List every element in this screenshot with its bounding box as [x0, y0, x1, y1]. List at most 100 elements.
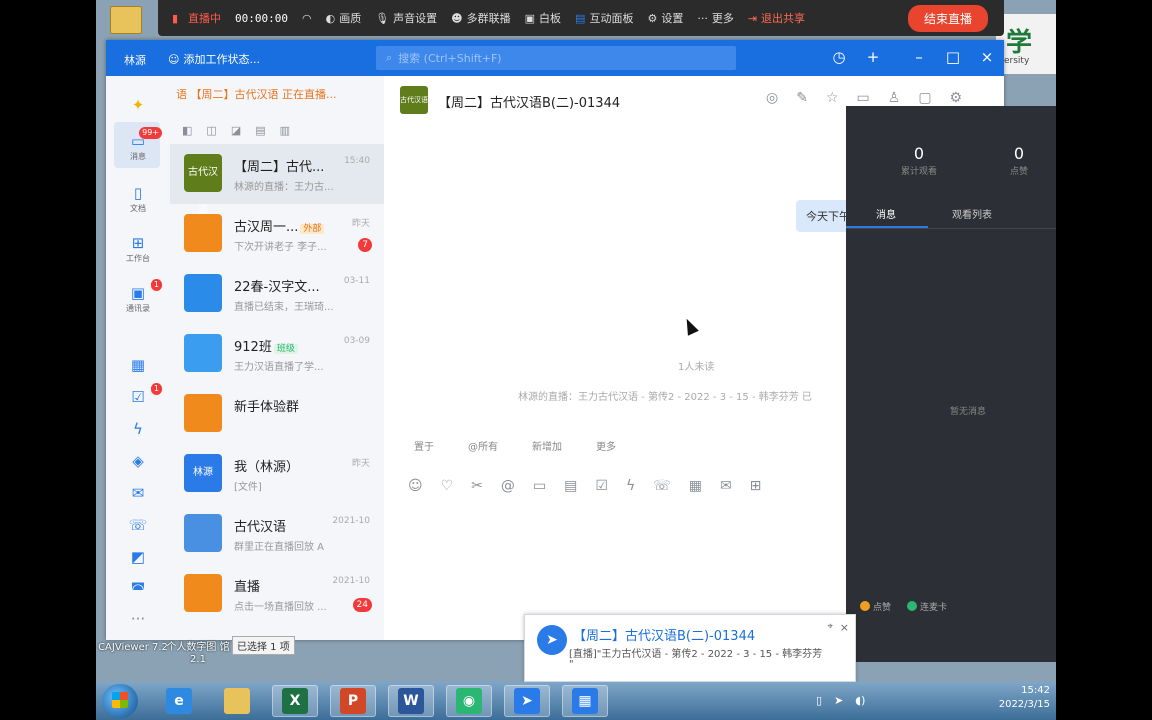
live-banner[interactable]: 语 【周二】古代汉语 正在直播... [176, 86, 376, 102]
taskbar-app-powerpoint[interactable]: P [330, 685, 376, 717]
quick-action[interactable]: 新增加 [532, 438, 562, 453]
settings-label: 设置 [661, 12, 684, 25]
rail-item-messages[interactable]: ▭ 99+ 消息 [124, 127, 162, 162]
letterbox-right [1056, 0, 1152, 720]
toolbar-item-quality[interactable]: ◐ 画质 [326, 10, 362, 26]
taskbar-app-wechat[interactable]: ◉ [446, 685, 492, 717]
folder-icon[interactable] [110, 6, 142, 34]
taskbar-app-ie[interactable]: e [156, 685, 202, 717]
box-icon[interactable]: ◈ [124, 452, 152, 470]
minimize-icon[interactable]: – [910, 48, 928, 66]
tab-messages[interactable]: 消息 [876, 206, 896, 221]
quick-action[interactable]: 置于 [414, 438, 434, 453]
chat-title: 【周二】古代汉语B(二)-01344 [438, 96, 621, 111]
board-icon[interactable]: ▢ [918, 90, 931, 106]
calendar-icon[interactable]: ▦ [689, 478, 702, 494]
rail-item-workbench[interactable]: ⊞ 工作台 [124, 234, 152, 264]
clock[interactable]: 15:42 2022/3/15 [950, 684, 1050, 718]
volume-icon[interactable]: ◖) [855, 694, 865, 707]
dingtalk-tray-icon[interactable]: ➤ [834, 694, 843, 707]
maximize-icon[interactable]: □ [944, 48, 962, 66]
conversation-item[interactable]: 林源 我（林源） 昨天 [文件] [170, 444, 384, 504]
tab-viewers[interactable]: 观看列表 [952, 206, 992, 221]
toolbar-item-whiteboard[interactable]: ▣ 白板 [525, 10, 561, 26]
pin-icon[interactable]: ⌖ [827, 621, 833, 632]
conversation-item[interactable]: 古代汉语 2021-10 群里正在直播回放 A [170, 504, 384, 564]
user-name[interactable]: 林源 [124, 52, 146, 68]
like-icon[interactable]: ♡ [441, 478, 454, 494]
task-icon[interactable]: ☑ [595, 478, 608, 494]
network-icon[interactable]: ▯ [816, 694, 822, 707]
quick-action[interactable]: @所有 [468, 438, 498, 453]
conversation-avatar: 林源 [184, 454, 222, 492]
toolbar-item-settings[interactable]: ⚙ 设置 [647, 10, 683, 26]
lightning-icon[interactable]: ϟ [124, 420, 152, 438]
toolbar-item-interact[interactable]: ▤ 互动面板 [575, 10, 633, 26]
like-button[interactable]: 点赞 [860, 600, 891, 613]
taskbar-app-word[interactable]: W [388, 685, 434, 717]
add-member-icon[interactable]: ♙ [888, 90, 901, 106]
exit-share-button[interactable]: ⇥ 退出共享 [748, 10, 805, 26]
notification-toast[interactable]: ➤ 【周二】古代汉语B(二)-01344 [直播]"王力古代汉语 - 第传2 -… [524, 614, 856, 682]
mail-icon[interactable]: ✉ [720, 478, 732, 494]
search-input[interactable]: ⌕ 搜索 (Ctrl+Shift+F) [376, 46, 736, 70]
taskbar-app-dingtalk[interactable]: ➤ [504, 685, 550, 717]
filter-mention-icon[interactable]: ◪ [231, 124, 241, 137]
phone-icon[interactable]: ☏ [124, 516, 152, 534]
todo-icon[interactable]: ☑ 1 [124, 383, 162, 406]
desktop-shortcut-library[interactable]: 个人数字图 馆2.1 [166, 642, 230, 666]
desktop-shortcut-cajviewer[interactable]: CAJViewer 7.2 [98, 642, 168, 654]
conversation-item[interactable]: 古代汉语 【周二】古代... 15:40 林源的直播：王力古... [170, 144, 384, 216]
scissors-icon[interactable]: ✂ [471, 478, 483, 494]
add-icon[interactable]: + [864, 48, 882, 66]
end-live-button[interactable]: 结束直播 [907, 4, 988, 32]
settings-icon[interactable]: ⚙ [950, 90, 963, 106]
toolbar-item-multicast[interactable]: ☻ 多群联播 [451, 10, 510, 26]
toolbar-item-more[interactable]: ··· 更多 [697, 10, 734, 26]
taskbar-app-calendar[interactable]: ▦ [562, 685, 608, 717]
taskbar-app-excel[interactable]: X [272, 685, 318, 717]
wifi-icon[interactable]: ◠ [302, 12, 312, 25]
mail-icon[interactable]: ✉ [124, 484, 152, 502]
conversation-item[interactable]: 912班 班级 03-09 王力汉语直播了学... [170, 324, 384, 384]
doc-icon[interactable]: ▤ [564, 478, 577, 494]
apps-icon[interactable]: ⊞ [750, 478, 762, 494]
star-icon[interactable]: ☆ [826, 90, 839, 106]
conversation-item[interactable]: 新手体验群 [170, 384, 384, 444]
rail-more-icon[interactable]: ··· [124, 610, 152, 628]
conversation-item[interactable]: 直播 2021-10 点击一场直播回放 ... 24 [170, 564, 384, 624]
work-status-button[interactable]: ☺ 添加工作状态... [168, 51, 260, 67]
filter-unread-icon[interactable]: ◫ [206, 124, 216, 137]
edit-icon[interactable]: ✎ [796, 90, 808, 106]
cloud-icon[interactable]: ◚ [124, 580, 152, 598]
conversation-item[interactable]: 22春-汉字文... 03-11 直播已结束，王瑞琦... [170, 264, 384, 324]
sparkle-icon[interactable]: ✦ [124, 96, 152, 114]
start-button[interactable] [102, 684, 138, 718]
file-icon[interactable]: ▭ [533, 478, 546, 494]
toolbar-item-sound[interactable]: 🎙 声音设置 [375, 10, 437, 26]
flash-icon[interactable]: ϟ [626, 478, 635, 494]
filter-single-icon[interactable]: ▤ [255, 124, 265, 137]
folder-icon[interactable]: ▭ [857, 90, 870, 106]
chart-icon[interactable]: ◩ [124, 548, 152, 566]
mic-card-button[interactable]: 连麦卡 [907, 600, 947, 613]
taskbar-app-explorer[interactable] [214, 685, 260, 717]
mention-icon[interactable]: @ [501, 478, 515, 494]
calendar-icon[interactable]: ▦ [124, 356, 152, 374]
quick-action[interactable]: 更多 [596, 438, 616, 453]
close-icon[interactable]: × [840, 621, 849, 634]
conversation-tag: 外部 [300, 224, 325, 234]
call-icon[interactable]: ☏ [653, 478, 671, 494]
filter-all-icon[interactable]: ◧ [182, 124, 192, 137]
history-icon[interactable]: ◷ [830, 48, 848, 66]
conversation-item[interactable]: 古汉周一... 外部 昨天 下次开讲老子 李子... 7 [170, 204, 384, 264]
contacts-label: 通讯录 [126, 304, 150, 313]
read-receipt[interactable]: 1人未读 [678, 358, 714, 373]
rail-item-contacts[interactable]: ▣ 1 通讯录 [124, 279, 162, 314]
filter-group-icon[interactable]: ▥ [280, 124, 290, 137]
rail-item-docs[interactable]: ▯ 文档 [124, 184, 152, 214]
group-avatar[interactable]: 古代汉语 [400, 86, 428, 114]
close-icon[interactable]: × [978, 48, 996, 66]
live-icon[interactable]: ◎ [766, 90, 778, 106]
emoji-icon[interactable]: ☺ [408, 478, 423, 494]
